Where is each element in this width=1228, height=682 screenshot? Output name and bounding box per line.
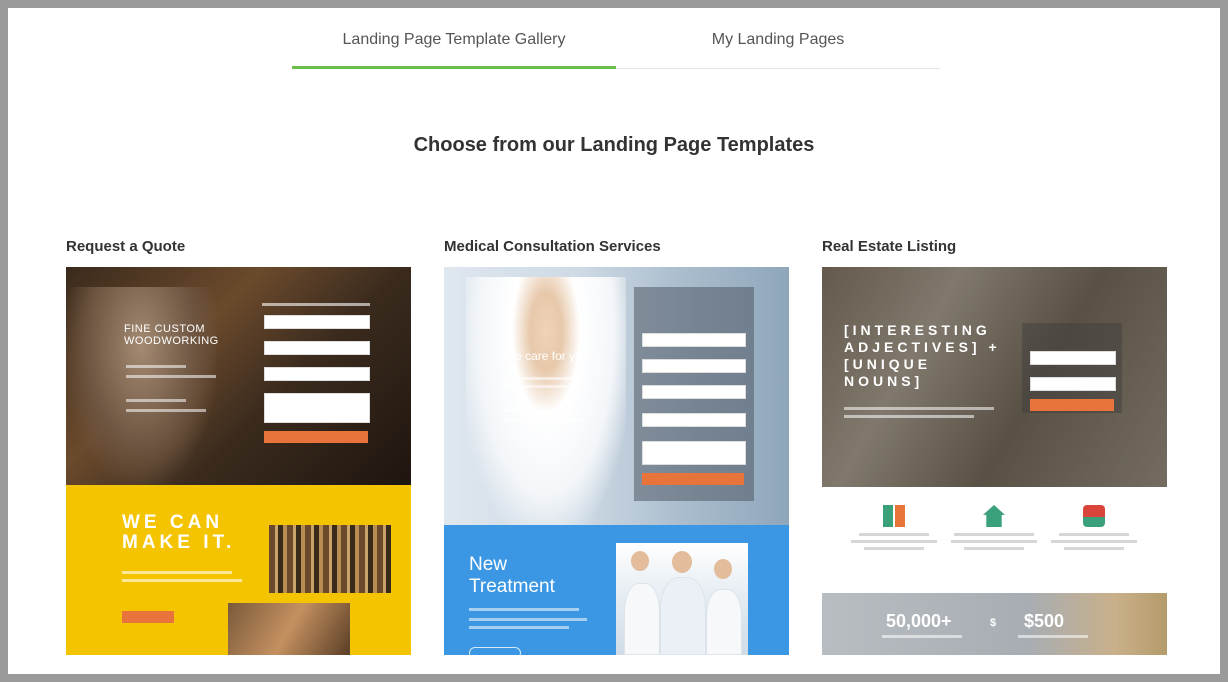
preview-hero-heading: FINE CUSTOM WOODWORKING: [124, 323, 219, 347]
preview-input: [642, 333, 746, 347]
tab-template-gallery[interactable]: Landing Page Template Gallery: [292, 8, 616, 69]
tab-my-landing-pages[interactable]: My Landing Pages: [616, 8, 940, 68]
doctors-team-image: [616, 543, 748, 655]
preview-submit-button: [264, 431, 368, 443]
preview-submit-button: [1030, 399, 1114, 411]
preview-input: [264, 341, 370, 355]
template-title-medical[interactable]: Medical Consultation Services: [444, 238, 661, 255]
preview-input: [264, 367, 370, 381]
preview-tagline: WE CAN MAKE IT.: [122, 512, 236, 553]
feature-item: [944, 505, 1044, 550]
tab-bar: Landing Page Template Gallery My Landing…: [292, 8, 940, 69]
preview-stat-1: 50,000+: [886, 611, 952, 631]
preview-input: [642, 359, 746, 373]
preview-input: [264, 315, 370, 329]
hero-person-image: [66, 287, 216, 485]
preview-stat-2: $500: [1024, 611, 1065, 631]
template-title-request-quote[interactable]: Request a Quote: [66, 238, 185, 255]
feature-item: [1044, 505, 1144, 550]
home-keys-icon: [1083, 505, 1105, 527]
template-preview-request-quote[interactable]: FINE CUSTOM WOODWORKING WE CAN MAKE IT.: [66, 267, 411, 655]
preview-textarea: [642, 441, 746, 465]
preview-input: [1030, 351, 1116, 365]
preview-hero-heading: [INTERESTING ADJECTIVES] + [UNIQUE NOUNS…: [844, 322, 1001, 389]
doctor-image: [466, 277, 626, 525]
preview-textarea: [264, 393, 370, 423]
preview-submit-button: [642, 473, 744, 485]
gallery-frame: Landing Page Template Gallery My Landing…: [8, 8, 1220, 674]
preview-cta-button: [122, 611, 174, 623]
signpost-icon: [883, 505, 905, 527]
preview-tagline: New Treatment: [469, 554, 555, 597]
template-preview-real-estate[interactable]: [INTERESTING ADJECTIVES] + [UNIQUE NOUNS…: [822, 267, 1167, 655]
feature-item: [844, 505, 944, 550]
preview-input: [642, 385, 746, 399]
page-heading: Choose from our Landing Page Templates: [413, 134, 815, 156]
template-title-real-estate[interactable]: Real Estate Listing: [822, 238, 956, 255]
preview-input: [642, 413, 746, 427]
template-preview-medical[interactable]: We care for you New Treatment: [444, 267, 789, 655]
tools-image: [269, 525, 391, 593]
hands-image: [228, 603, 350, 655]
house-icon: [983, 505, 1005, 527]
preview-hero-heading: We care for you: [504, 349, 589, 363]
preview-stat-separator: $: [990, 617, 997, 629]
preview-outline-button: [469, 647, 521, 655]
preview-input: [1030, 377, 1116, 391]
